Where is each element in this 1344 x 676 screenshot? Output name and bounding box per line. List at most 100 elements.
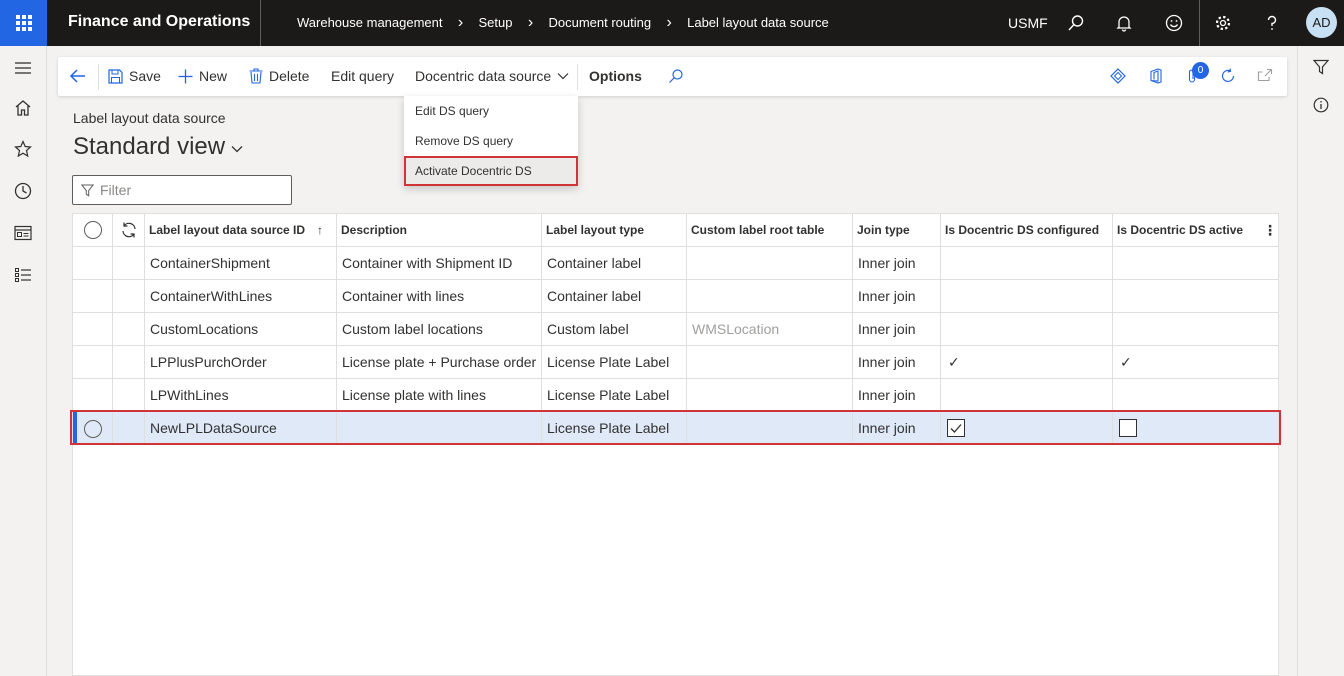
app-launcher-button[interactable] [0,0,47,46]
row-selector[interactable] [73,313,113,345]
row-selector[interactable] [73,247,113,279]
docentric-configured-checkbox[interactable] [947,419,965,437]
table-row[interactable]: ContainerShipment Container with Shipmen… [73,247,1278,280]
refresh-button[interactable] [1220,68,1242,84]
column-header-join-type[interactable]: Join type [853,214,941,247]
cell-docentric-active[interactable] [1113,247,1278,279]
row-selector[interactable] [73,412,113,444]
more-options-icon[interactable]: ⋮ [1263,214,1277,247]
cell-id[interactable]: ContainerShipment [145,247,337,279]
select-all-column[interactable] [73,214,113,247]
cell-id[interactable]: CustomLocations [145,313,337,345]
cell-label-layout-type[interactable]: License Plate Label [542,412,687,444]
options-tab[interactable]: Options [589,68,642,84]
cell-docentric-configured[interactable] [941,280,1113,312]
cell-join-type[interactable]: Inner join [853,346,941,378]
table-row[interactable]: CustomLocations Custom label locations C… [73,313,1278,346]
cell-id[interactable]: LPPlusPurchOrder [145,346,337,378]
cell-join-type[interactable]: Inner join [853,247,941,279]
filter-input[interactable] [100,182,280,198]
smiley-icon[interactable] [1162,11,1186,35]
menu-item-edit-ds-query[interactable]: Edit DS query [404,96,578,126]
power-apps-button[interactable] [1110,68,1132,84]
table-row-selected[interactable]: NewLPLDataSource License Plate Label Inn… [73,412,1278,445]
back-button[interactable] [69,67,93,85]
breadcrumb-item[interactable]: Document routing [548,15,651,30]
breadcrumb-item[interactable]: Warehouse management [297,15,443,30]
bell-icon[interactable] [1112,11,1136,35]
cell-description[interactable]: Container with Shipment ID [337,247,542,279]
cell-label-layout-type[interactable]: License Plate Label [542,379,687,411]
avatar[interactable]: AD [1306,7,1337,38]
cell-description[interactable]: Container with lines [337,280,542,312]
column-header-docentric-configured[interactable]: Is Docentric DS configured [941,214,1113,247]
search-icon[interactable] [1064,11,1088,35]
cell-root-table[interactable] [687,280,853,312]
cell-description[interactable]: Custom label locations [337,313,542,345]
cell-join-type[interactable]: Inner join [853,280,941,312]
cell-root-table[interactable] [687,346,853,378]
column-header-docentric-active[interactable]: Is Docentric DS active ⋮ [1113,214,1278,247]
home-icon[interactable] [12,97,34,119]
cell-join-type[interactable]: Inner join [853,412,941,444]
clock-icon[interactable] [12,180,34,202]
cell-description[interactable] [337,412,542,444]
row-selector[interactable] [73,280,113,312]
cell-root-table[interactable] [687,247,853,279]
office-button[interactable] [1148,68,1170,84]
cell-docentric-configured[interactable] [941,313,1113,345]
cell-id[interactable]: LPWithLines [145,379,337,411]
column-header-label-layout-type[interactable]: Label layout type [542,214,687,247]
save-button[interactable]: Save [108,68,161,84]
cell-label-layout-type[interactable]: License Plate Label [542,346,687,378]
cell-docentric-configured[interactable]: ✓ [941,346,1113,378]
cell-join-type[interactable]: Inner join [853,313,941,345]
column-header-custom-label-root-table[interactable]: Custom label root table [687,214,853,247]
hamburger-menu-icon[interactable] [12,57,34,79]
help-icon[interactable] [1260,11,1284,35]
docentric-active-checkbox[interactable] [1119,419,1137,437]
action-search-button[interactable] [668,68,690,84]
cell-description[interactable]: License plate + Purchase order [337,346,542,378]
table-row[interactable]: ContainerWithLines Container with lines … [73,280,1278,313]
cell-label-layout-type[interactable]: Container label [542,247,687,279]
workspace-icon[interactable] [12,222,34,244]
cell-root-table[interactable] [687,379,853,411]
row-selector[interactable] [73,346,113,378]
select-all-radio[interactable] [84,221,102,239]
cell-id[interactable]: NewLPLDataSource [145,412,337,444]
info-icon[interactable] [1310,94,1332,116]
cell-docentric-active[interactable]: ✓ [1113,346,1278,378]
view-selector[interactable]: Standard view [73,133,243,161]
row-select-radio[interactable] [84,420,102,438]
breadcrumb-item[interactable]: Setup [479,15,513,30]
column-header-description[interactable]: Description [337,214,542,247]
menu-item-activate-docentric-ds[interactable]: Activate Docentric DS [404,156,578,186]
cell-docentric-configured[interactable] [941,247,1113,279]
filter-icon[interactable] [1310,56,1332,78]
table-row[interactable]: LPPlusPurchOrder License plate + Purchas… [73,346,1278,379]
cell-docentric-configured[interactable] [941,379,1113,411]
cell-docentric-active[interactable] [1113,313,1278,345]
refresh-column[interactable] [113,214,145,247]
breadcrumb-item[interactable]: Label layout data source [687,15,829,30]
column-header-id[interactable]: Label layout data source ID ↑ [145,214,337,247]
row-selector[interactable] [73,379,113,411]
company-picker[interactable]: USMF [1008,15,1048,31]
cell-id[interactable]: ContainerWithLines [145,280,337,312]
cell-docentric-active[interactable] [1113,280,1278,312]
cell-label-layout-type[interactable]: Container label [542,280,687,312]
table-row[interactable]: LPWithLines License plate with lines Lic… [73,379,1278,412]
cell-join-type[interactable]: Inner join [853,379,941,411]
cell-docentric-active[interactable] [1113,379,1278,411]
open-in-new-window-button[interactable] [1257,68,1279,82]
cell-root-table[interactable] [687,412,853,444]
cell-label-layout-type[interactable]: Custom label [542,313,687,345]
menu-item-remove-ds-query[interactable]: Remove DS query [404,126,578,156]
app-title[interactable]: Finance and Operations [68,13,250,31]
star-icon[interactable] [12,138,34,160]
delete-button[interactable]: Delete [249,68,309,84]
new-button[interactable]: New [178,68,227,84]
docentric-data-source-menu[interactable]: Docentric data source [415,68,569,84]
edit-query-button[interactable]: Edit query [331,68,394,84]
